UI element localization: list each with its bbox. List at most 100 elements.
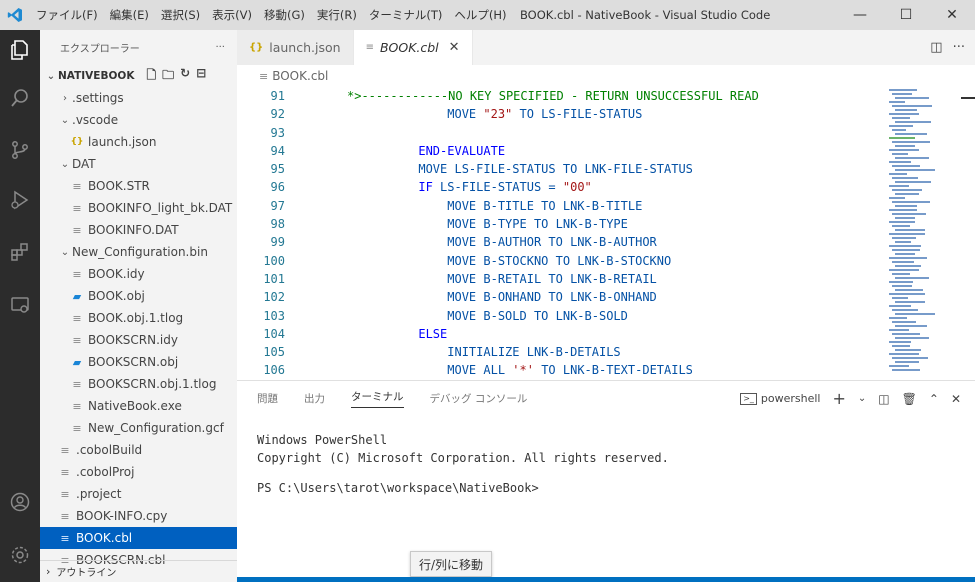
file-icon: ≡ <box>72 333 82 347</box>
line-number: 100 <box>263 253 285 268</box>
tree-file[interactable]: ≡ New_Configuration.gcf <box>40 417 237 439</box>
maximize-panel-icon[interactable]: ⌃ <box>929 392 939 406</box>
tree-folder[interactable]: ⌄ New_Configuration.bin <box>40 241 237 263</box>
tree-item-label: BOOKSCRN.obj <box>88 355 179 369</box>
file-icon: ≡ <box>72 311 82 325</box>
source-control-icon[interactable] <box>0 130 40 170</box>
split-terminal-icon[interactable]: ◫ <box>878 392 889 406</box>
tree-file[interactable]: ≡ BOOK.idy <box>40 263 237 285</box>
terminal-line: PS C:\Users\tarot\workspace\NativeBook> <box>257 481 539 495</box>
tree-file[interactable]: ≡ BOOKSCRN.obj.1.tlog <box>40 373 237 395</box>
split-editor-icon[interactable]: ◫ <box>930 40 942 55</box>
account-icon[interactable] <box>0 482 40 522</box>
explorer-icon[interactable] <box>0 30 40 70</box>
search-icon[interactable] <box>0 78 40 118</box>
remote-explorer-icon[interactable] <box>0 285 40 325</box>
tree-item-label: BOOKSCRN.idy <box>88 333 178 347</box>
line-number: 102 <box>263 290 285 305</box>
tree-file[interactable]: ≡ NativeBook.exe <box>40 395 237 417</box>
panel-tab[interactable]: ターミナル <box>351 389 404 408</box>
menu-item[interactable]: 表示(V) <box>206 0 258 30</box>
tree-folder[interactable]: ⌄ DAT <box>40 153 237 175</box>
terminal-output[interactable]: Windows PowerShell Copyright (C) Microsof… <box>257 431 669 497</box>
code-token: MOVE ALL <box>447 363 513 378</box>
code-token: MOVE B-SOLD TO LNK-B-SOLD <box>447 308 628 323</box>
new-folder-icon[interactable]: 🗀 <box>162 66 174 87</box>
tree-file[interactable]: ▰ BOOKSCRN.obj <box>40 351 237 373</box>
menu-item[interactable]: ファイル(F) <box>30 0 104 30</box>
tree-file[interactable]: {} launch.json <box>40 131 237 153</box>
more-actions-icon[interactable]: ··· <box>953 40 965 55</box>
menu-item[interactable]: 実行(R) <box>311 0 363 30</box>
panel-tab[interactable]: 出力 <box>304 391 325 406</box>
workspace-folder[interactable]: ⌄ NATIVEBOOK 🗋 🗀 ↻ ⊟ <box>40 65 237 87</box>
tree-file[interactable]: ≡ BOOK.cbl <box>40 527 237 549</box>
file-icon: ≡ <box>60 465 70 479</box>
collapse-all-icon[interactable]: ⊟ <box>196 66 206 87</box>
new-file-icon[interactable]: 🗋 <box>146 66 156 87</box>
tree-file[interactable]: ≡ BOOKSCRN.idy <box>40 329 237 351</box>
menu-item[interactable]: 選択(S) <box>155 0 206 30</box>
menu-item[interactable]: ヘルプ(H) <box>448 0 512 30</box>
menu-item[interactable]: 編集(E) <box>104 0 155 30</box>
code-line: 92 MOVE "23" TO LS-FILE-STATUS <box>237 105 885 123</box>
tree-item-label: New_Configuration.bin <box>72 245 208 259</box>
refresh-icon[interactable]: ↻ <box>180 66 190 87</box>
tree-file[interactable]: ▰ BOOK.obj <box>40 285 237 307</box>
editor-scrollbar[interactable] <box>961 87 975 380</box>
maximize-button[interactable]: ☐ <box>883 0 929 30</box>
chevron-down-icon: ⌄ <box>46 70 56 82</box>
close-tab-icon[interactable]: ✕ <box>449 40 460 55</box>
tree-file[interactable]: ≡ BOOK.obj.1.tlog <box>40 307 237 329</box>
code-token: MOVE B-RETAIL TO LNK-B-RETAIL <box>447 271 657 286</box>
trash-icon[interactable]: 🗑 <box>902 392 917 406</box>
panel-tab[interactable]: 問題 <box>257 391 278 406</box>
minimap[interactable] <box>885 87 961 380</box>
code-token: ELSE <box>418 326 448 341</box>
tab-book-cbl[interactable]: ≡ BOOK.cbl ✕ <box>353 30 473 65</box>
tree-file[interactable]: ≡ BOOKINFO_light_bk.DAT <box>40 197 237 219</box>
settings-gear-icon[interactable] <box>0 535 40 575</box>
menu-item[interactable]: ターミナル(T) <box>363 0 449 30</box>
line-number: 101 <box>263 271 285 286</box>
menu-item[interactable]: 移動(G) <box>258 0 311 30</box>
editor-tabs: {} launch.json ≡ BOOK.cbl ✕ ◫ ··· <box>237 30 975 65</box>
tree-file[interactable]: ≡ BOOK-INFO.cpy <box>40 505 237 527</box>
close-panel-icon[interactable]: ✕ <box>951 392 961 406</box>
line-number: 95 <box>270 162 285 177</box>
json-file-icon: {} <box>70 137 84 147</box>
breadcrumb-file[interactable]: BOOK.cbl <box>272 69 328 83</box>
code-token: END-EVALUATE <box>418 143 506 158</box>
extensions-icon[interactable] <box>0 232 40 272</box>
panel-tab[interactable]: デバッグ コンソール <box>430 391 528 406</box>
tree-folder[interactable]: ⌄ .vscode <box>40 109 237 131</box>
tree-file[interactable]: ≡ .cobolProj <box>40 461 237 483</box>
code-editor[interactable]: 91 *> ------------NO KEY SPECIFIED - RETUR… <box>237 87 885 380</box>
tree-file[interactable]: ≡ .project <box>40 483 237 505</box>
tab-launch-json[interactable]: {} launch.json <box>237 30 354 65</box>
tree-item-label: BOOK-INFO.cpy <box>76 509 168 523</box>
new-terminal-icon[interactable]: + <box>833 389 846 408</box>
explorer-sidebar: エクスプローラー ··· ⌄ NATIVEBOOK 🗋 🗀 ↻ ⊟ › .sett… <box>40 30 237 582</box>
run-debug-icon[interactable] <box>0 180 40 220</box>
code-token: MOVE B-AUTHOR TO LNK-B-AUTHOR <box>447 235 657 250</box>
tree-file[interactable]: ≡ .cobolBuild <box>40 439 237 461</box>
tree-folder[interactable]: › .settings <box>40 87 237 109</box>
line-number: 104 <box>263 326 285 341</box>
tree-file[interactable]: ≡ BOOK.STR <box>40 175 237 197</box>
outline-section[interactable]: › アウトライン <box>40 560 237 582</box>
file-icon: ≡ <box>72 179 82 193</box>
code-token: '*' <box>512 363 534 378</box>
terminal-selector[interactable]: >_ powershell <box>740 392 821 405</box>
more-actions-icon[interactable]: ··· <box>215 42 225 53</box>
tree-item-label: launch.json <box>88 135 157 149</box>
tree-item-label: DAT <box>72 157 96 171</box>
chevron-down-icon[interactable]: ⌄ <box>858 393 866 404</box>
file-icon: ≡ <box>60 509 70 523</box>
minimize-button[interactable]: — <box>837 0 883 30</box>
file-icon: ≡ <box>72 377 82 391</box>
tree-item-label: .vscode <box>72 113 119 127</box>
tree-file[interactable]: ≡ BOOKINFO.DAT <box>40 219 237 241</box>
close-window-button[interactable]: ✕ <box>929 0 975 30</box>
tree-item-label: .project <box>76 487 122 501</box>
